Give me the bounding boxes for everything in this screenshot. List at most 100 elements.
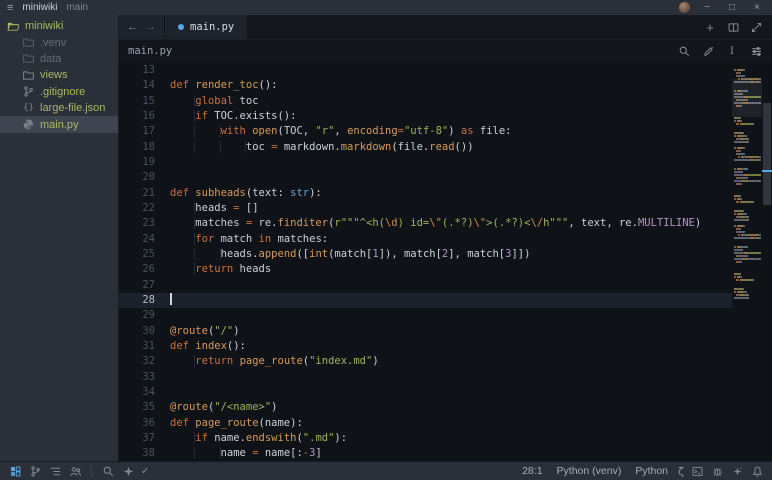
file-tree: miniwiki .venvdataviews.gitignore {} large-… [0,18,118,133]
project-name[interactable]: miniwiki [22,2,57,13]
text-caret [170,293,172,305]
line-content [170,293,172,308]
line-number: 34 [119,385,155,400]
sidebar-item-miniwiki[interactable]: miniwiki [0,18,118,34]
file-label: large-file.json [40,102,105,114]
sidebar-item-views[interactable]: views [0,67,118,83]
terminal-panel-icon[interactable] [690,464,704,478]
line-content: heads = [] [170,201,259,216]
inline-assist-icon[interactable] [701,44,715,58]
maximize-button[interactable]: □ [724,2,740,13]
editor-pane: ← → main.py + [118,15,772,461]
line-number: 31 [119,339,155,354]
assistant-panel-icon[interactable] [121,464,135,478]
project-panel-icon[interactable] [8,464,22,478]
git-branch-name[interactable]: main [66,2,88,13]
line-number: 23 [119,216,155,231]
code-line[interactable]: 30@route("/") [119,324,732,339]
collab-panel-icon[interactable] [68,464,82,478]
search-panel-icon[interactable] [101,464,115,478]
tab-main-py[interactable]: main.py [165,15,247,39]
code-line[interactable]: 14def render_toc(): [119,78,732,93]
code-line[interactable]: 24 for match in matches: [119,232,732,247]
app-window: ≡ miniwiki main − □ × miniwiki .venvdatav… [0,0,772,480]
tab-bar: ← → main.py + [119,15,772,40]
app-menu-icon[interactable]: ≡ [7,2,13,14]
line-number: 24 [119,232,155,247]
breadcrumb[interactable]: main.py [128,45,172,57]
code-line[interactable]: 19 [119,155,732,170]
cursor-position[interactable]: 28:1 [518,465,546,477]
git-icon [22,85,35,98]
forward-icon[interactable]: → [143,21,158,33]
code-line[interactable]: 31def index(): [119,339,732,354]
split-pane-icon[interactable] [726,20,740,34]
line-number: 27 [119,278,155,293]
notifications-icon[interactable] [750,464,764,478]
line-number: 14 [119,78,155,93]
user-avatar[interactable] [679,2,690,13]
code-line[interactable]: 28 [119,293,732,308]
statusbar-divider [91,465,92,477]
sidebar-item-large-file-json[interactable]: {} large-file.json [0,100,118,116]
editor-settings-icon[interactable] [749,44,763,58]
code-line[interactable]: 20 [119,170,732,185]
code-line[interactable]: 17 with open(TOC, "r", encoding="utf-8")… [119,124,732,139]
minimize-button[interactable]: − [699,2,715,13]
minimap-viewport[interactable] [732,79,762,117]
sidebar-item-data[interactable]: data [0,51,118,67]
code-lines: 1314def render_toc():15 global toc16 if … [119,62,732,461]
git-panel-icon[interactable] [28,464,42,478]
code-line[interactable]: 32 return page_route("index.md") [119,354,732,369]
code-line[interactable]: 37 if name.endswith(".md"): [119,431,732,446]
minimap[interactable] [732,62,762,461]
code-line[interactable]: 38 name = name[:-3] [119,446,732,461]
code-line[interactable]: 36def page_route(name): [119,416,732,431]
code-line[interactable]: 26 return heads [119,262,732,277]
language-selector[interactable]: Python [631,465,672,477]
code-line[interactable]: 29 [119,308,732,323]
breadcrumb-bar: main.py I [119,40,772,62]
file-label: miniwiki [25,20,64,32]
braces-icon: {} [22,102,35,115]
ai-panel-icon[interactable] [730,464,744,478]
code-line[interactable]: 13 [119,63,732,78]
code-line[interactable]: 33 [119,370,732,385]
line-number: 13 [119,63,155,78]
line-number: 29 [119,308,155,323]
debugger-panel-icon[interactable] [710,464,724,478]
outline-panel-icon[interactable] [48,464,62,478]
text-cursor-icon[interactable]: I [725,44,739,58]
scrollbar[interactable] [762,62,772,461]
code-line[interactable]: 15 global toc [119,94,732,109]
edit-prediction-icon[interactable]: ζ [678,465,684,478]
code-line[interactable]: 16 if TOC.exists(): [119,109,732,124]
buffer-search-icon[interactable] [677,44,691,58]
line-content: global toc [170,94,259,109]
scrollbar-thumb[interactable] [763,103,771,205]
tabbar-spacer [247,15,694,39]
new-tab-icon[interactable]: + [703,20,717,34]
code-editor[interactable]: 1314def render_toc():15 global toc16 if … [119,62,772,461]
code-line[interactable]: 34 [119,385,732,400]
sidebar-item-gitignore[interactable]: .gitignore [0,84,118,100]
code-line[interactable]: 23 matches = re.finditer(r"""^<h(\d) id=… [119,216,732,231]
code-line[interactable]: 21def subheads(text: str): [119,186,732,201]
toolchain-selector[interactable]: Python (venv) [553,465,626,477]
sidebar-item-main-py[interactable]: main.py [0,116,118,132]
close-button[interactable]: × [749,2,765,13]
file-label: main.py [40,119,79,131]
back-icon[interactable]: ← [125,21,140,33]
code-line[interactable]: 22 heads = [] [119,201,732,216]
sidebar-item-venv[interactable]: .venv [0,34,118,50]
code-line[interactable]: 27 [119,278,732,293]
line-content: for match in matches: [170,232,328,247]
line-content: toc = markdown.markdown(file.read()) [170,140,474,155]
code-line[interactable]: 25 heads.append([int(match[1]), match[2]… [119,247,732,262]
diagnostics-icon[interactable]: ✓ [141,466,149,477]
code-line[interactable]: 35@route("/<name>") [119,400,732,415]
maximize-pane-icon[interactable] [749,20,763,34]
line-number: 30 [119,324,155,339]
code-line[interactable]: 18 toc = markdown.markdown(file.read()) [119,140,732,155]
tab-actions: + [694,15,772,39]
